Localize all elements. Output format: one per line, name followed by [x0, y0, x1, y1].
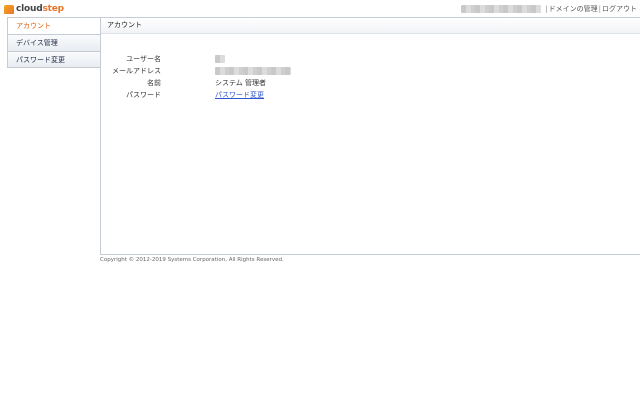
- username-row: ユーザー名: [101, 53, 501, 65]
- account-panel: アカウント ユーザー名 メールアドレス 名前 システム 管理者 パスワード パス…: [100, 17, 640, 255]
- username-label: ユーザー名: [126, 55, 161, 63]
- domain-management-link[interactable]: ドメインの管理: [549, 4, 598, 14]
- change-password-link[interactable]: パスワード変更: [215, 89, 264, 101]
- email-row: メールアドレス: [101, 65, 501, 77]
- logout-link[interactable]: ログアウト: [602, 4, 637, 14]
- app-logo[interactable]: cloudstep: [4, 3, 64, 15]
- copyright-footer: Copyright © 2012-2019 Systems Corporatio…: [100, 257, 284, 263]
- top-header: cloudstep | ドメインの管理 | ログアウト: [0, 0, 640, 17]
- name-row: 名前 システム 管理者: [101, 77, 501, 89]
- email-value-redacted: [215, 67, 291, 75]
- sidebar-item-account[interactable]: アカウント: [7, 17, 101, 34]
- header-separator: |: [545, 5, 548, 13]
- logo-text: cloudstep: [16, 4, 64, 14]
- logo-text-step: step: [42, 4, 64, 14]
- name-value: システム 管理者: [215, 79, 267, 87]
- header-user-menu: | ドメインの管理 | ログアウト: [461, 3, 637, 15]
- password-label: パスワード: [126, 91, 161, 99]
- header-separator: |: [598, 5, 601, 13]
- user-name-redacted: [461, 5, 542, 13]
- sidebar-item-device-management[interactable]: デバイス管理: [7, 34, 101, 51]
- email-label: メールアドレス: [112, 67, 161, 75]
- logo-text-cloud: cloud: [16, 4, 43, 14]
- page: cloudstep | ドメインの管理 | ログアウト アカウント デバイス管理…: [0, 0, 640, 400]
- page-title: アカウント: [101, 18, 640, 34]
- password-row: パスワード パスワード変更: [101, 89, 501, 101]
- cloud-logo-icon: [4, 4, 14, 14]
- name-label: 名前: [147, 79, 161, 87]
- username-value-redacted: [215, 55, 225, 63]
